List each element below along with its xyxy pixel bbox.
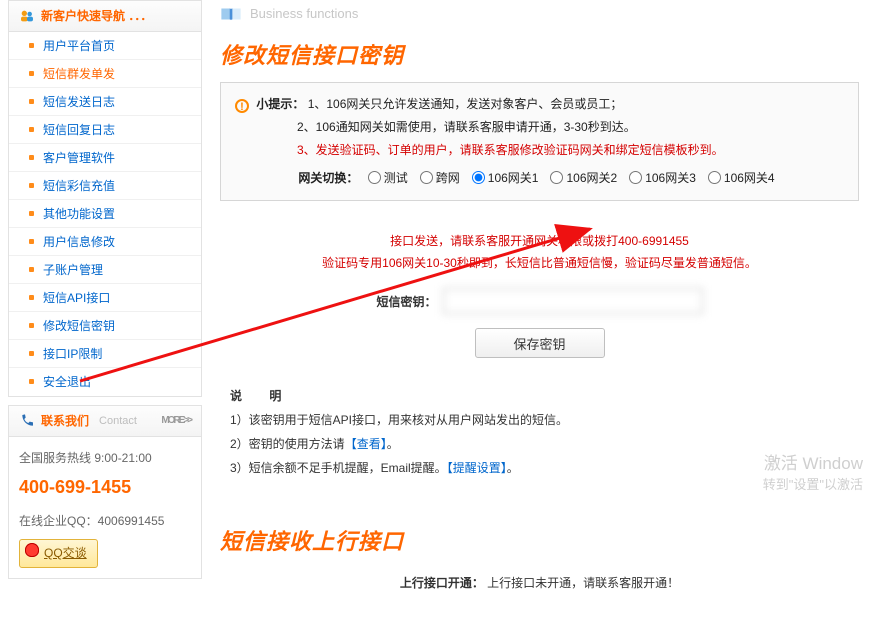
gateway-switch-row: 网关切换： 测试跨网 106网关1 106网关2 106网关3 106网关4 (235, 167, 844, 190)
gateway-option[interactable]: 106网关4 (708, 171, 775, 185)
sidebar-link[interactable]: 客户管理软件 (43, 151, 115, 165)
sidebar-link[interactable]: 短信群发单发 (43, 67, 115, 81)
gateway-radio[interactable] (420, 171, 433, 184)
gateway-radio[interactable] (472, 171, 485, 184)
hotline-number: 400-699-1455 (19, 470, 191, 504)
qq-chat-button[interactable]: QQ交谈 (19, 539, 98, 568)
gateway-option[interactable]: 测试 (368, 171, 408, 185)
key-area: 接口发送，请联系客服开通网关权限或拨打400-6991455 验证码专用106网… (220, 201, 859, 490)
contact-title-en: Contact (99, 405, 137, 437)
gateway-option[interactable]: 跨网 (420, 171, 460, 185)
people-icon (19, 8, 35, 24)
tip-box: ! 小提示： 1、106网关只允许发送通知，发送对象客户、会员或员工； 2、10… (220, 82, 859, 201)
sidebar-item-6[interactable]: 其他功能设置 (9, 200, 201, 228)
nav-box: 新客户快速导航 ．．． 用户平台首页短信群发单发短信发送日志短信回复日志客户管理… (8, 0, 202, 397)
save-key-button[interactable]: 保存密钥 (475, 328, 605, 358)
sidebar-link[interactable]: 其他功能设置 (43, 207, 115, 221)
sidebar-item-9[interactable]: 短信API接口 (9, 284, 201, 312)
sidebar-link[interactable]: 接口IP限制 (43, 347, 102, 361)
sidebar-item-5[interactable]: 短信彩信充值 (9, 172, 201, 200)
sidebar-item-8[interactable]: 子账户管理 (9, 256, 201, 284)
desc-line-1: 1）该密钥用于短信API接口，用来核对从用户网站发出的短信。 (230, 408, 849, 432)
gateway-radio[interactable] (708, 171, 721, 184)
contact-title: 联系我们 (41, 405, 89, 437)
sidebar-link[interactable]: 子账户管理 (43, 263, 103, 277)
contact-header: 联系我们 Contact MORE>> (9, 405, 201, 437)
view-usage-link[interactable]: 【查看】 (345, 437, 387, 451)
sidebar-link[interactable]: 短信回复日志 (43, 123, 115, 137)
online-qq: 在线企业QQ：4006991455 (19, 510, 191, 533)
sidebar-link[interactable]: 修改短信密钥 (43, 319, 115, 333)
gateway-radio[interactable] (629, 171, 642, 184)
sidebar-item-12[interactable]: 安全退出 (9, 368, 201, 396)
book-icon (220, 5, 242, 23)
info-icon: ! (235, 99, 249, 113)
sidebar-item-0[interactable]: 用户平台首页 (9, 32, 201, 60)
gateway-radio[interactable] (550, 171, 563, 184)
desc-line-3: 3）短信余额不足手机提醒，Email提醒。【提醒设置】。 (230, 456, 849, 480)
key-label: 短信密钥： (376, 293, 436, 310)
nav-header: 新客户快速导航 ．．． (9, 0, 201, 32)
breadcrumb: Business functions (220, 0, 859, 28)
desc-line-2: 2）密钥的使用方法请【查看】。 (230, 432, 849, 456)
sidebar-link[interactable]: 安全退出 (43, 375, 91, 389)
gateway-radio[interactable] (368, 171, 381, 184)
sidebar-item-7[interactable]: 用户信息修改 (9, 228, 201, 256)
sidebar-link[interactable]: 短信发送日志 (43, 95, 115, 109)
sidebar-link[interactable]: 用户信息修改 (43, 235, 115, 249)
phone-icon (19, 413, 35, 429)
sidebar-item-3[interactable]: 短信回复日志 (9, 116, 201, 144)
sidebar-item-11[interactable]: 接口IP限制 (9, 340, 201, 368)
upstream-row: 上行接口开通： 上行接口未开通，请联系客服开通！ (220, 568, 859, 591)
service-hours: 全国服务热线 9:00-21:00 (19, 447, 191, 470)
gateway-option[interactable]: 106网关3 (629, 171, 696, 185)
red-note-1: 接口发送，请联系客服开通网关权限或拨打400-6991455 (230, 231, 849, 253)
section-title-upstream: 短信接收上行接口 (220, 524, 859, 556)
reminder-settings-link[interactable]: 【提醒设置】 (447, 461, 507, 475)
nav-title: 新客户快速导航 ．．． (41, 0, 152, 32)
gateway-option[interactable]: 106网关2 (550, 171, 617, 185)
breadcrumb-label: Business functions (250, 0, 358, 28)
sms-key-input[interactable] (443, 288, 703, 314)
sidebar-link[interactable]: 用户平台首页 (43, 39, 115, 53)
desc-heading: 说 明 (230, 384, 849, 408)
sidebar-item-1[interactable]: 短信群发单发 (9, 60, 201, 88)
contact-box: 联系我们 Contact MORE>> 全国服务热线 9:00-21:00 40… (8, 405, 202, 579)
sidebar-item-4[interactable]: 客户管理软件 (9, 144, 201, 172)
sidebar-item-10[interactable]: 修改短信密钥 (9, 312, 201, 340)
nav-list: 用户平台首页短信群发单发短信发送日志短信回复日志客户管理软件短信彩信充值其他功能… (9, 32, 201, 396)
section-title-key: 修改短信接口密钥 (220, 38, 859, 70)
sidebar-item-2[interactable]: 短信发送日志 (9, 88, 201, 116)
more-link[interactable]: MORE>> (161, 405, 191, 437)
gateway-switch-label: 网关切换： (298, 171, 358, 185)
sidebar-link[interactable]: 短信API接口 (43, 291, 110, 305)
red-note-2: 验证码专用106网关10-30秒即到，长短信比普通短信慢，验证码尽量发普通短信。 (230, 253, 849, 275)
sidebar-link[interactable]: 短信彩信充值 (43, 179, 115, 193)
gateway-option[interactable]: 106网关1 (472, 171, 539, 185)
